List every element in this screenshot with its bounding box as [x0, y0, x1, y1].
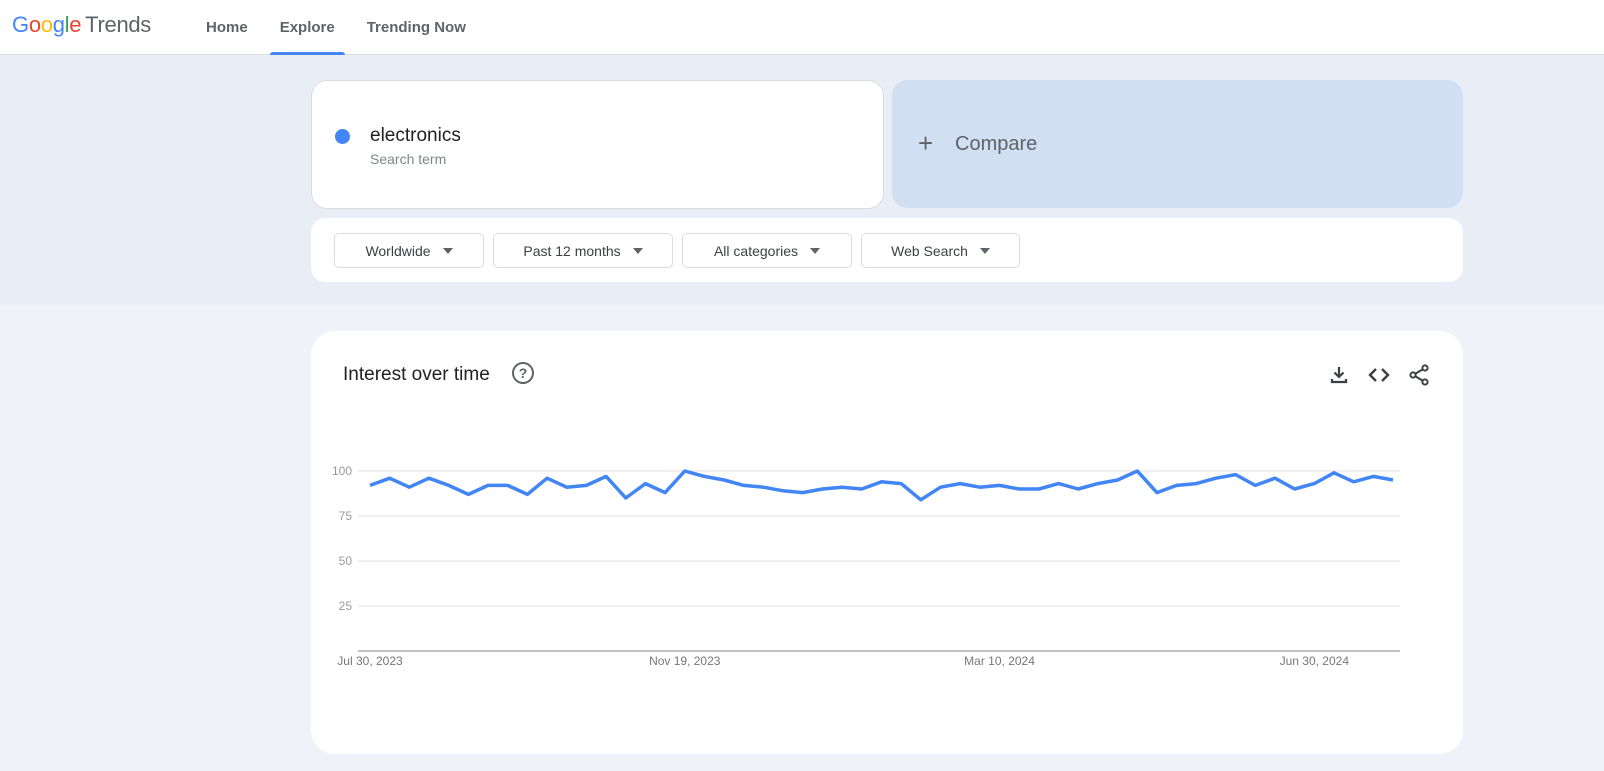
data-point[interactable] — [1017, 487, 1021, 491]
data-point[interactable] — [978, 485, 982, 489]
data-point[interactable] — [1116, 478, 1120, 482]
data-point[interactable] — [1273, 476, 1277, 480]
data-point[interactable] — [407, 485, 411, 489]
nav-home[interactable]: Home — [196, 0, 258, 55]
data-point[interactable] — [643, 482, 647, 486]
data-point[interactable] — [1096, 482, 1100, 486]
data-point[interactable] — [722, 478, 726, 482]
data-point[interactable] — [781, 489, 785, 493]
nav-trending-now-label: Trending Now — [366, 19, 466, 36]
series-line-electronics[interactable] — [369, 469, 1394, 502]
y-tick-label: 50 — [339, 554, 353, 568]
data-point[interactable] — [447, 483, 451, 487]
y-tick-label: 75 — [339, 509, 353, 523]
data-point[interactable] — [1312, 482, 1316, 486]
data-point[interactable] — [860, 487, 864, 491]
data-point[interactable] — [1352, 480, 1356, 484]
caret-down-icon — [979, 247, 990, 254]
plus-icon: + — [918, 128, 934, 158]
category-filter-label: All categories — [713, 242, 799, 259]
data-point[interactable] — [506, 483, 510, 487]
top-header: Google Trends Home Explore Trending Now — [0, 0, 1604, 56]
data-point[interactable] — [1076, 487, 1080, 491]
data-point[interactable] — [604, 474, 608, 478]
nav-explore-label: Explore — [279, 19, 335, 36]
search-term-card[interactable]: electronics Search term — [311, 80, 884, 209]
data-point[interactable] — [1037, 487, 1041, 491]
time-range-filter-label: Past 12 months — [523, 242, 621, 259]
data-point[interactable] — [919, 498, 923, 502]
data-point[interactable] — [663, 491, 667, 495]
data-point[interactable] — [545, 476, 549, 480]
data-point[interactable] — [801, 491, 805, 495]
caret-down-icon — [632, 247, 643, 254]
data-point[interactable] — [1155, 491, 1159, 495]
y-tick-label: 100 — [332, 464, 352, 478]
region-filter-label: Worldwide — [365, 242, 431, 259]
data-point[interactable] — [939, 485, 943, 489]
compare-label: Compare — [955, 133, 1038, 155]
data-point[interactable] — [742, 483, 746, 487]
data-point[interactable] — [683, 469, 687, 473]
data-point[interactable] — [1332, 471, 1336, 475]
data-point[interactable] — [584, 483, 588, 487]
data-point[interactable] — [624, 496, 628, 500]
logo-trends: Trends — [85, 12, 152, 37]
logo-google: Google — [12, 12, 82, 37]
data-point[interactable] — [899, 482, 903, 486]
data-point[interactable] — [525, 492, 529, 496]
data-point[interactable] — [1175, 483, 1179, 487]
data-point[interactable] — [880, 480, 884, 484]
compare-button[interactable]: + Compare — [892, 80, 1463, 208]
data-point[interactable] — [466, 492, 470, 496]
data-point[interactable] — [958, 482, 962, 486]
data-point[interactable] — [427, 476, 431, 480]
data-point[interactable] — [820, 487, 824, 491]
caret-down-icon — [442, 247, 453, 254]
data-point[interactable] — [486, 483, 490, 487]
time-range-filter[interactable]: Past 12 months — [493, 233, 673, 268]
data-point[interactable] — [1391, 478, 1395, 482]
search-term-type: Search term — [370, 151, 447, 167]
x-tick-label: Mar 10, 2024 — [964, 654, 1035, 668]
x-tick-label: Nov 19, 2023 — [649, 654, 721, 668]
data-point[interactable] — [761, 485, 765, 489]
data-point[interactable] — [998, 483, 1002, 487]
data-point[interactable] — [702, 474, 706, 478]
data-point[interactable] — [1135, 469, 1139, 473]
filters-bar: Worldwide Past 12 months All categories … — [311, 218, 1463, 282]
search-term-name[interactable]: electronics — [370, 125, 461, 147]
search-type-filter[interactable]: Web Search — [861, 233, 1020, 268]
region-filter[interactable]: Worldwide — [334, 233, 484, 268]
data-point[interactable] — [388, 476, 392, 480]
x-tick-label: Jul 30, 2023 — [337, 654, 403, 668]
term-color-dot — [335, 129, 350, 144]
interest-line-chart: 25 50 75 100 Jul 30, 2023 Nov 19, 2023 Mar 10… — [332, 464, 1400, 668]
data-point[interactable] — [1293, 487, 1297, 491]
data-point[interactable] — [1057, 482, 1061, 486]
category-filter[interactable]: All categories — [682, 233, 852, 268]
x-tick-label: Jun 30, 2024 — [1280, 654, 1350, 668]
data-point[interactable] — [840, 485, 844, 489]
data-point[interactable] — [1194, 482, 1198, 486]
data-point[interactable] — [368, 483, 372, 487]
data-point[interactable] — [1253, 483, 1257, 487]
y-tick-label: 25 — [339, 599, 353, 613]
search-type-filter-label: Web Search — [891, 242, 968, 259]
interest-over-time-card: Interest over time ? 25 50 75 100 Jul 30, 2… — [311, 331, 1463, 754]
data-point[interactable] — [1371, 474, 1375, 478]
caret-down-icon — [810, 247, 821, 254]
nav-trending-now[interactable]: Trending Now — [357, 0, 476, 55]
data-point[interactable] — [565, 485, 569, 489]
main-nav: Home Explore Trending Now — [196, 0, 488, 56]
data-point[interactable] — [1234, 473, 1238, 477]
nav-home-label: Home — [206, 19, 248, 36]
google-trends-logo[interactable]: Google Trends — [12, 12, 151, 38]
data-point[interactable] — [1214, 476, 1218, 480]
nav-explore[interactable]: Explore — [269, 0, 345, 56]
